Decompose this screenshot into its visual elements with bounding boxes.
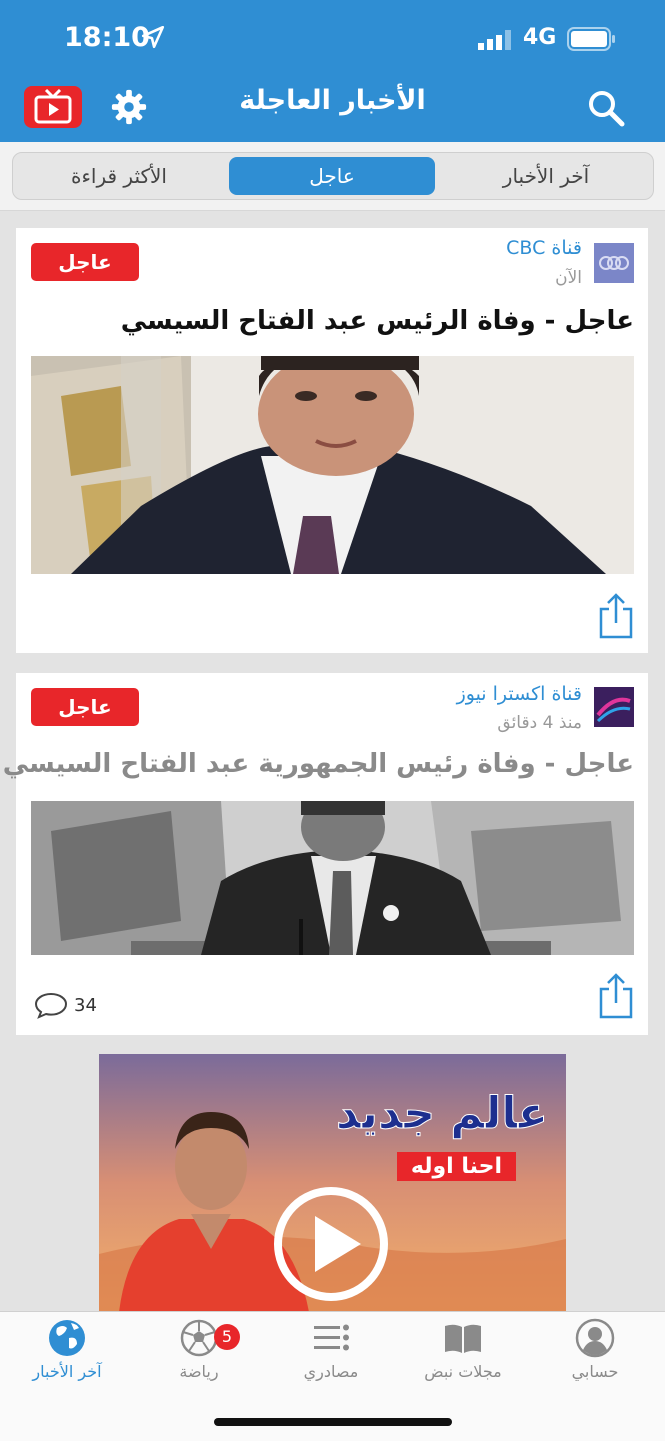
share-icon[interactable] bbox=[598, 973, 634, 1019]
headline[interactable]: عاجل - وفاة الرئيس عبد الفتاح السيسي bbox=[34, 306, 634, 336]
headline[interactable]: عاجل - وفاة رئيس الجمهورية عبد الفتاح ال… bbox=[3, 749, 634, 779]
globe-icon bbox=[49, 1320, 85, 1356]
top-bar: 18:10 4G الأخبار العاجلة bbox=[0, 0, 665, 142]
nav-label: آخر الأخبار bbox=[32, 1362, 102, 1381]
notification-badge: 5 bbox=[214, 1324, 240, 1350]
article-image[interactable] bbox=[31, 356, 634, 574]
signal-icon bbox=[478, 30, 511, 50]
comment-count: 34 bbox=[74, 994, 97, 1016]
location-arrow-icon bbox=[141, 25, 165, 49]
play-icon[interactable] bbox=[271, 1184, 391, 1304]
status-time: 18:10 bbox=[64, 22, 150, 53]
breaking-badge: عاجل bbox=[31, 688, 139, 726]
publish-time: الآن bbox=[555, 268, 582, 288]
news-card[interactable]: عاجل قناة اكسترا نيوز منذ 4 دقائق عاجل -… bbox=[3, 673, 648, 1035]
extra-news-logo bbox=[594, 687, 634, 727]
nav-my-sources[interactable]: مصادري bbox=[266, 1318, 396, 1381]
tab-bar: الأكثر قراءة عاجل آخر الأخبار bbox=[0, 142, 665, 211]
comment-icon bbox=[34, 992, 68, 1019]
segmented-control: الأكثر قراءة عاجل آخر الأخبار bbox=[12, 152, 654, 200]
tab-latest-news[interactable]: آخر الأخبار bbox=[445, 157, 647, 195]
tab-most-read[interactable]: الأكثر قراءة bbox=[19, 157, 219, 195]
share-icon[interactable] bbox=[598, 593, 634, 639]
publish-time: منذ 4 دقائق bbox=[497, 713, 582, 733]
comments[interactable]: 34 bbox=[34, 991, 97, 1019]
football-icon bbox=[180, 1319, 218, 1357]
nav-label: مجلات نبض bbox=[424, 1362, 502, 1381]
search-icon[interactable] bbox=[586, 88, 626, 128]
promo-subtitle: احنا اوله bbox=[396, 1152, 516, 1181]
cbc-logo bbox=[594, 243, 634, 283]
source-name[interactable]: قناة CBC bbox=[506, 237, 582, 259]
nav-label: حسابي bbox=[571, 1362, 619, 1381]
nav-label: رياضة bbox=[179, 1362, 219, 1381]
tab-breaking[interactable]: عاجل bbox=[229, 157, 435, 195]
home-indicator[interactable] bbox=[214, 1418, 452, 1426]
sources-icon bbox=[314, 1324, 349, 1351]
network-type: 4G bbox=[523, 25, 557, 50]
magazine-icon bbox=[445, 1324, 481, 1353]
source-name[interactable]: قناة اكسترا نيوز bbox=[457, 683, 582, 705]
nav-sports[interactable]: 5 رياضة bbox=[134, 1318, 264, 1381]
nav-latest-news[interactable]: آخر الأخبار bbox=[2, 1318, 132, 1381]
nav-account[interactable]: حسابي bbox=[530, 1318, 660, 1381]
battery-icon bbox=[567, 27, 615, 51]
news-card[interactable]: عاجل قناة CBC الآن عاجل - وفاة الرئيس عب… bbox=[16, 228, 648, 653]
nav-label: مصادري bbox=[303, 1362, 359, 1381]
article-image[interactable] bbox=[31, 801, 634, 955]
breaking-badge: عاجل bbox=[31, 243, 139, 281]
nav-magazines[interactable]: مجلات نبض bbox=[398, 1318, 528, 1381]
page-title: الأخبار العاجلة bbox=[239, 85, 426, 116]
promo-title: عالم جديد bbox=[336, 1088, 549, 1140]
account-icon bbox=[575, 1318, 615, 1358]
promo-video[interactable]: عالم جديد احنا اوله bbox=[99, 1054, 566, 1312]
